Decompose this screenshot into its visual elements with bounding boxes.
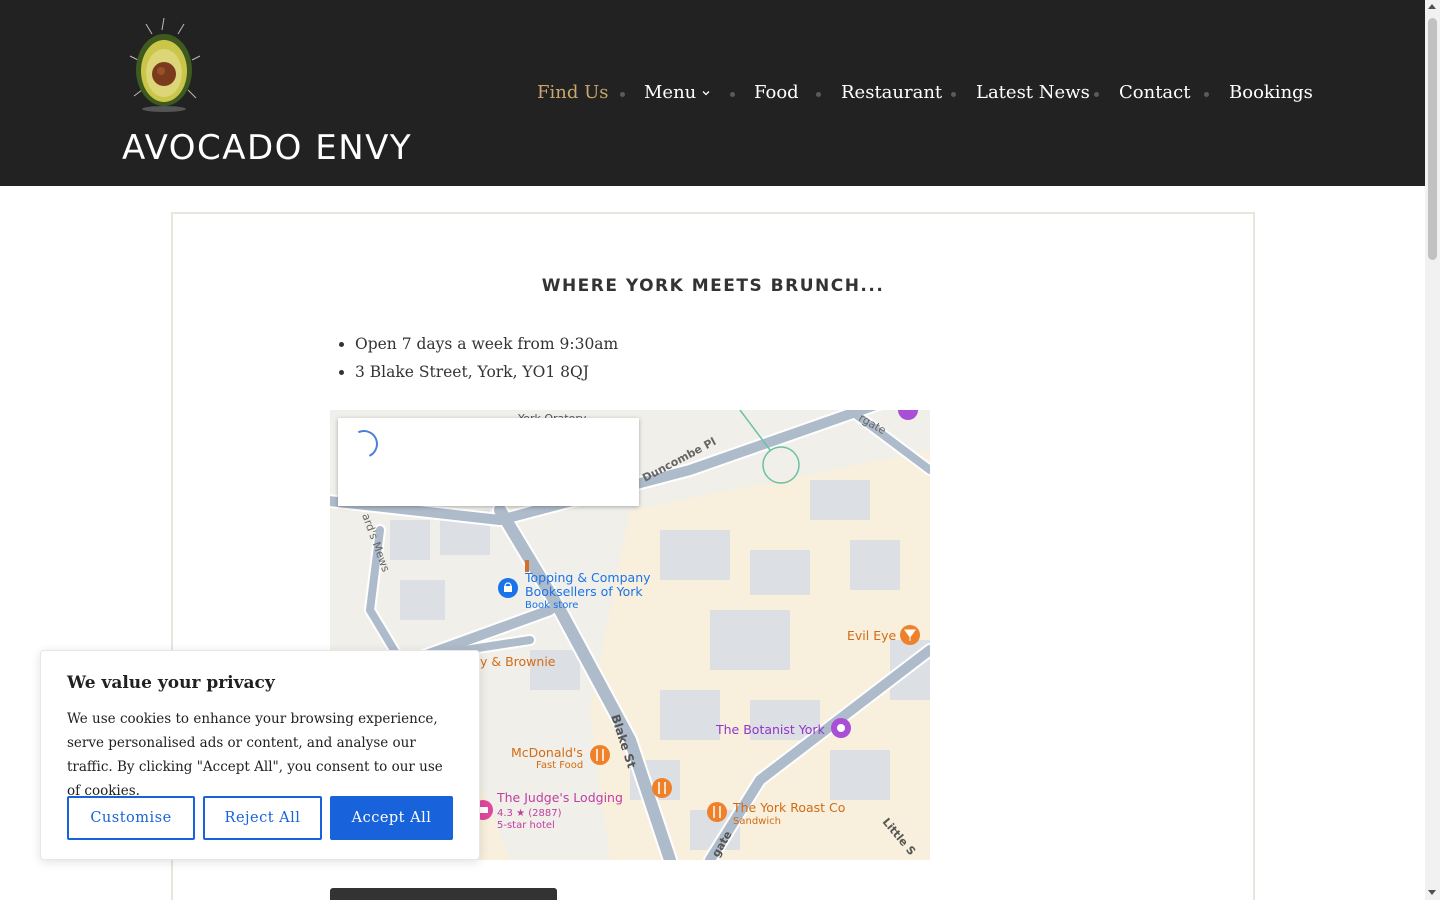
- reject-all-button[interactable]: Reject All: [203, 796, 322, 840]
- scroll-up-arrow-icon[interactable]: [1428, 4, 1436, 9]
- nav-contact[interactable]: Contact: [1119, 80, 1190, 106]
- restaurant-pin-icon: [707, 802, 727, 822]
- nav-menu-label: Menu: [644, 82, 697, 103]
- map-label-roast-1: The York Roast Co: [732, 800, 845, 815]
- nightlife-pin-icon: [831, 718, 851, 738]
- page-scrollbar[interactable]: [1425, 0, 1440, 900]
- cookie-text: We use cookies to enhance your browsing …: [67, 711, 443, 799]
- nav-separator: [730, 92, 735, 97]
- customise-button[interactable]: Customise: [67, 796, 195, 840]
- chevron-down-icon: [702, 91, 710, 96]
- nav-food[interactable]: Food: [754, 80, 799, 106]
- address: 3 Blake Street, York, YO1 8QJ: [355, 358, 618, 386]
- nav-menu[interactable]: Menu: [644, 80, 711, 106]
- opening-hours: Open 7 days a week from 9:30am: [355, 330, 618, 358]
- nav-separator: [951, 92, 956, 97]
- bookstore-pin-icon: [498, 578, 518, 598]
- map-label-brownie: y & Brownie: [480, 654, 556, 669]
- nav-separator: [1094, 92, 1099, 97]
- site-header: AVOCADO ENVY Find Us Menu Food Restauran…: [0, 0, 1425, 186]
- scroll-down-arrow-icon[interactable]: [1428, 890, 1436, 895]
- map-label-mcdonalds-1: McDonald's: [511, 745, 583, 760]
- map-label-topping-3: Book store: [525, 600, 578, 611]
- map-info-box: [338, 418, 639, 506]
- directions-button[interactable]: [330, 888, 557, 900]
- map-label-topping-1: Topping & Company: [524, 570, 651, 585]
- cookie-title: We value your privacy: [67, 673, 275, 693]
- map-label-roast-2: Sandwich: [733, 816, 781, 827]
- accept-all-button[interactable]: Accept All: [330, 796, 453, 840]
- nav-separator: [620, 92, 625, 97]
- nav-restaurant[interactable]: Restaurant: [841, 80, 942, 106]
- site-title[interactable]: AVOCADO ENVY: [122, 128, 412, 168]
- map-label-botanist: The Botanist York: [715, 722, 826, 737]
- map-label-judges-2: 4.3 ★ (2887): [497, 808, 562, 819]
- nav-bookings[interactable]: Bookings: [1229, 80, 1313, 106]
- nav-find-us[interactable]: Find Us: [537, 80, 609, 106]
- nav-separator: [816, 92, 821, 97]
- loading-spinner-icon: [346, 426, 382, 462]
- info-list: Open 7 days a week from 9:30am 3 Blake S…: [355, 330, 618, 386]
- restaurant-pin-icon: [590, 745, 610, 765]
- restaurant-pin-icon: [652, 778, 672, 798]
- map-label-mcdonalds-2: Fast Food: [536, 760, 583, 771]
- nav-latest-news[interactable]: Latest News: [976, 80, 1090, 106]
- page-tagline: WHERE YORK MEETS BRUNCH...: [541, 276, 885, 296]
- map-label-topping-2: Booksellers of York: [525, 584, 643, 599]
- cookie-consent-banner: We value your privacy We use cookies to …: [40, 650, 480, 860]
- traffic-light-icon: [525, 560, 529, 572]
- scroll-thumb[interactable]: [1428, 18, 1437, 260]
- nav-separator: [1204, 92, 1209, 97]
- map-label-judges-3: 5-star hotel: [497, 820, 555, 831]
- map-label-evil-eye: Evil Eye: [847, 628, 897, 643]
- map-label-judges-1: The Judge's Lodging: [496, 790, 623, 805]
- main-nav: Find Us Menu Food Restaurant Latest News…: [0, 80, 1425, 108]
- bar-pin-icon: [900, 625, 920, 645]
